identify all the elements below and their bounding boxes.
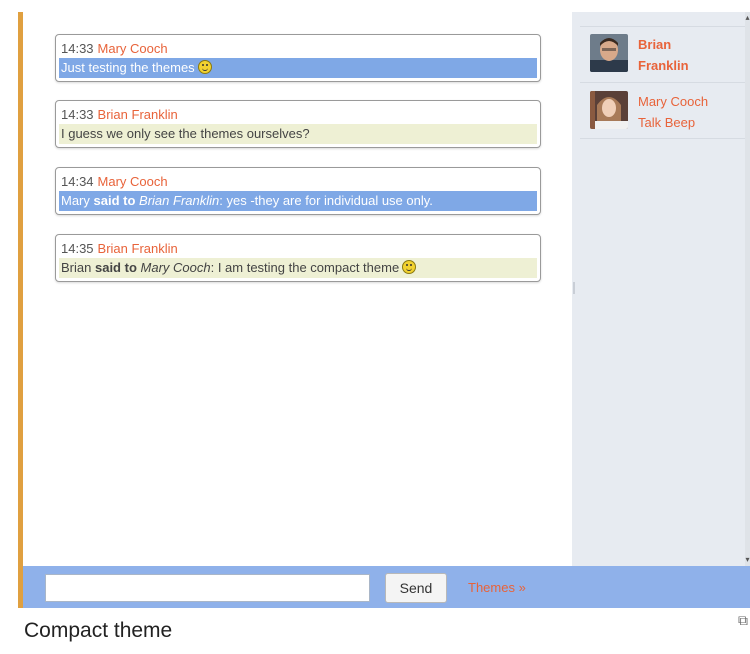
message-time: 14:35 bbox=[61, 241, 94, 256]
figure-caption: Compact theme bbox=[24, 619, 173, 642]
message-time: 14:33 bbox=[61, 41, 94, 56]
scroll-down-icon[interactable]: ▾ bbox=[745, 556, 750, 564]
message-body: I guess we only see the themes ourselves… bbox=[59, 124, 537, 144]
chat-window: 14:33 Mary Cooch Just testing the themes … bbox=[18, 12, 750, 608]
smiley-icon bbox=[197, 60, 212, 74]
user-divider bbox=[580, 82, 745, 83]
send-button[interactable]: Send bbox=[385, 573, 447, 603]
male-avatar bbox=[590, 34, 628, 72]
user-name: Mary Cooch Talk Beep bbox=[638, 94, 709, 130]
message-body: Just testing the themes bbox=[59, 58, 537, 78]
message-body: Brian said to Mary Cooch: I am testing t… bbox=[59, 258, 537, 278]
user-item[interactable]: Mary Cooch Talk Beep bbox=[580, 91, 730, 135]
resize-grip[interactable] bbox=[573, 282, 575, 294]
message-author: Mary Cooch bbox=[97, 174, 168, 189]
message-author: Mary Cooch bbox=[97, 41, 168, 56]
scroll-up-icon[interactable]: ▴ bbox=[745, 14, 750, 22]
message-item: 14:35 Brian Franklin Brian said to Mary C… bbox=[55, 234, 541, 282]
message-item: 14:33 Mary Cooch Just testing the themes bbox=[55, 34, 541, 82]
message-author: Brian Franklin bbox=[97, 241, 178, 256]
message-body: Mary said to Brian Franklin: yes -they a… bbox=[59, 191, 537, 211]
input-bar: Send Themes » bbox=[23, 566, 750, 608]
message-time: 14:34 bbox=[61, 174, 94, 189]
message-item: 14:33 Brian Franklin I guess we only see … bbox=[55, 100, 541, 148]
user-divider bbox=[580, 26, 745, 27]
user-list: Brian Franklin Mary Cooch Talk Beep bbox=[572, 12, 750, 566]
user-name: Brian Franklin bbox=[638, 37, 689, 73]
user-divider bbox=[580, 138, 745, 139]
message-target: Mary Cooch bbox=[140, 260, 211, 275]
vertical-scrollbar[interactable]: ▴ ▾ bbox=[745, 12, 750, 566]
user-item[interactable]: Brian Franklin bbox=[580, 34, 730, 78]
female-avatar bbox=[590, 91, 628, 129]
expand-icon[interactable]: ⧉ bbox=[738, 612, 748, 629]
smiley-icon bbox=[402, 260, 417, 274]
message-item: 14:34 Mary Cooch Mary said to Brian Frank… bbox=[55, 167, 541, 215]
themes-link[interactable]: Themes » bbox=[468, 580, 526, 595]
message-time: 14:33 bbox=[61, 107, 94, 122]
message-target: Brian Franklin bbox=[139, 193, 220, 208]
message-area[interactable]: 14:33 Mary Cooch Just testing the themes … bbox=[28, 12, 574, 566]
message-input[interactable] bbox=[45, 574, 370, 602]
message-author: Brian Franklin bbox=[97, 107, 178, 122]
